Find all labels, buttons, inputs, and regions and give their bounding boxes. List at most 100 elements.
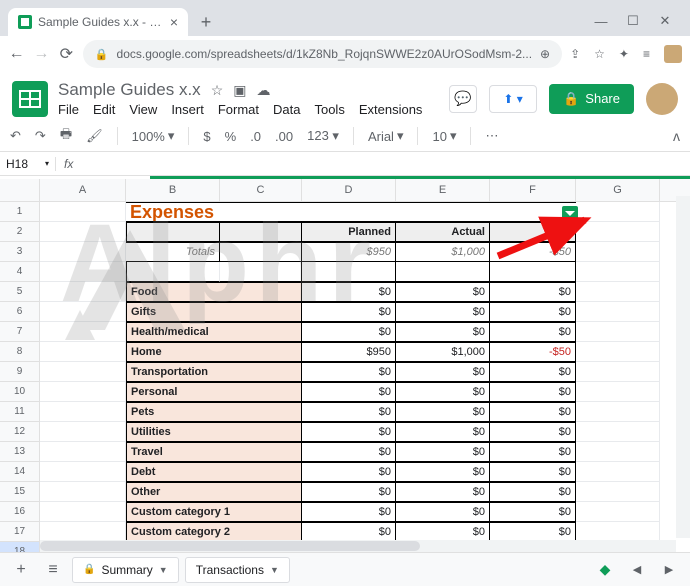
cell[interactable]: Diff. <box>490 222 576 242</box>
cell[interactable] <box>576 322 660 342</box>
row-label[interactable]: Travel <box>126 442 302 462</box>
cell[interactable] <box>576 262 660 282</box>
more-toolbar-icon[interactable]: ⋯ <box>485 128 498 144</box>
cell[interactable] <box>40 462 126 482</box>
cell[interactable] <box>40 482 126 502</box>
search-tools-icon[interactable]: ⊕ <box>540 47 550 61</box>
cell[interactable]: $0 <box>302 402 396 422</box>
back-icon[interactable]: ← <box>8 45 25 63</box>
cell[interactable]: $1,000 <box>396 242 490 262</box>
cell[interactable] <box>576 362 660 382</box>
row-header[interactable]: 13 <box>0 442 39 462</box>
cell[interactable]: $0 <box>396 402 490 422</box>
cell[interactable]: $1,000 <box>396 342 490 362</box>
cell[interactable]: $0 <box>302 502 396 522</box>
document-title[interactable]: Sample Guides x.x <box>58 80 201 100</box>
meet-button[interactable]: ⬆ ▾ <box>489 85 537 113</box>
cell[interactable] <box>40 522 126 542</box>
cell[interactable]: $0 <box>396 462 490 482</box>
sheets-logo-icon[interactable] <box>12 81 48 117</box>
row-label[interactable]: Personal <box>126 382 302 402</box>
cell[interactable]: $0 <box>302 522 396 542</box>
row-label[interactable]: Custom category 2 <box>126 522 302 542</box>
row-label[interactable]: Health/medical <box>126 322 302 342</box>
row-header[interactable]: 4 <box>0 262 39 282</box>
empty[interactable] <box>126 262 220 282</box>
cell[interactable]: $950 <box>302 342 396 362</box>
decrease-decimal-icon[interactable]: .0 <box>250 129 261 144</box>
row-header[interactable]: 8 <box>0 342 39 362</box>
cell[interactable]: $0 <box>302 362 396 382</box>
cell[interactable]: $0 <box>302 462 396 482</box>
horizontal-scrollbar[interactable] <box>40 540 676 552</box>
cell[interactable] <box>576 442 660 462</box>
cell[interactable]: $0 <box>396 282 490 302</box>
cell[interactable]: $0 <box>490 502 576 522</box>
cell[interactable]: $0 <box>490 322 576 342</box>
cell[interactable] <box>40 202 126 222</box>
collapse-toolbar-icon[interactable]: ʌ <box>673 128 680 144</box>
cell[interactable]: $0 <box>490 522 576 542</box>
tab-close-icon[interactable]: × <box>170 14 178 30</box>
cell[interactable] <box>40 262 126 282</box>
cell[interactable] <box>576 482 660 502</box>
cell[interactable] <box>490 262 576 282</box>
menu-view[interactable]: View <box>129 102 157 117</box>
cell[interactable]: $0 <box>490 402 576 422</box>
cell[interactable]: $0 <box>396 322 490 342</box>
cell[interactable]: $950 <box>302 242 396 262</box>
row-label[interactable]: Gifts <box>126 302 302 322</box>
cell[interactable]: $0 <box>396 522 490 542</box>
percent-icon[interactable]: % <box>225 129 237 144</box>
cell[interactable]: $0 <box>302 442 396 462</box>
add-sheet-button[interactable]: + <box>8 557 34 583</box>
cell[interactable]: -$50 <box>490 342 576 362</box>
row-header[interactable]: 14 <box>0 462 39 482</box>
explore-button[interactable]: ◆ <box>592 557 618 583</box>
row-header[interactable]: 2 <box>0 222 39 242</box>
cell[interactable] <box>576 282 660 302</box>
cell[interactable] <box>40 402 126 422</box>
sheet-nav-right-icon[interactable]: ▶ <box>656 557 682 583</box>
row-header[interactable]: 10 <box>0 382 39 402</box>
reader-icon[interactable]: ≡ <box>643 47 650 61</box>
undo-icon[interactable]: ↶ <box>10 128 21 144</box>
cell[interactable] <box>40 342 126 362</box>
print-icon[interactable]: 🖶 <box>60 125 72 147</box>
sheet-tab-transactions[interactable]: Transactions ▼ <box>185 557 290 583</box>
row-header[interactable]: 12 <box>0 422 39 442</box>
window-close-icon[interactable]: ✕ <box>658 14 672 28</box>
share-page-icon[interactable]: ⇪ <box>570 47 580 61</box>
vertical-scrollbar[interactable] <box>676 196 690 538</box>
cell[interactable]: $0 <box>302 302 396 322</box>
cell[interactable]: $0 <box>302 482 396 502</box>
cell[interactable] <box>576 222 660 242</box>
reload-icon[interactable]: ⟳ <box>58 44 75 64</box>
cell[interactable]: $0 <box>302 322 396 342</box>
profile-icon[interactable] <box>664 45 682 63</box>
cell[interactable] <box>40 282 126 302</box>
col-header[interactable]: A <box>40 179 126 201</box>
cell[interactable] <box>576 342 660 362</box>
row-header[interactable]: 16 <box>0 502 39 522</box>
cell[interactable] <box>576 462 660 482</box>
cell[interactable] <box>40 422 126 442</box>
font-size-select[interactable]: 10 ▾ <box>432 128 456 144</box>
cell[interactable]: $0 <box>396 302 490 322</box>
col-header[interactable]: D <box>302 179 396 201</box>
comments-button[interactable]: 💬 <box>449 85 477 113</box>
cell[interactable]: $0 <box>490 302 576 322</box>
cell[interactable]: $0 <box>490 362 576 382</box>
cell[interactable] <box>302 262 396 282</box>
cell[interactable]: $0 <box>490 442 576 462</box>
cell[interactable] <box>576 302 660 322</box>
window-maximize-icon[interactable]: ☐ <box>626 14 640 28</box>
col-header[interactable]: F <box>490 179 576 201</box>
cell[interactable]: $0 <box>490 482 576 502</box>
sheet-tab-summary[interactable]: 🔒 Summary ▼ <box>72 557 179 583</box>
cell[interactable] <box>576 242 660 262</box>
currency-icon[interactable]: $ <box>203 129 210 144</box>
row-header[interactable]: 7 <box>0 322 39 342</box>
expenses-title[interactable]: Expenses <box>126 202 576 222</box>
row-header[interactable]: 9 <box>0 362 39 382</box>
